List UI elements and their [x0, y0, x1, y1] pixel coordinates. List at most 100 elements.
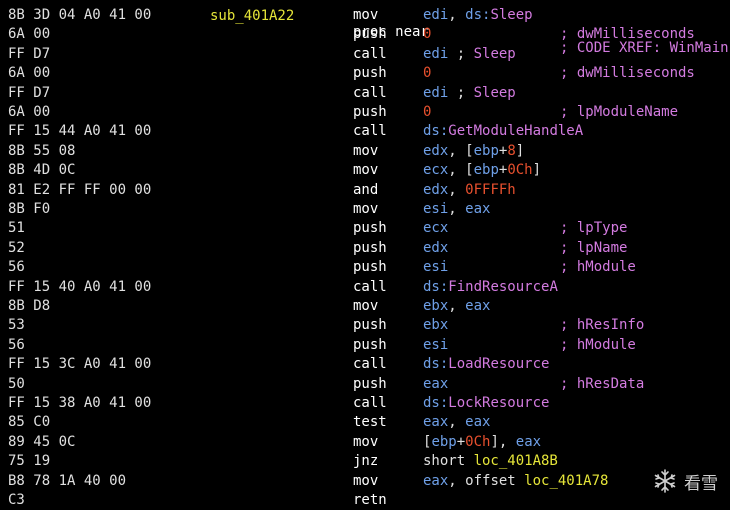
api-name[interactable]: LoadResource [448, 356, 549, 372]
operand-text: ; [448, 84, 474, 101]
register[interactable]: ds: [423, 395, 448, 411]
register[interactable]: edi [423, 7, 448, 23]
disassembly-view[interactable]: sub_401A22 proc near ; CODE XREF: WinMai… [0, 0, 730, 510]
register[interactable]: eax [423, 376, 448, 392]
mnemonic: push [353, 65, 387, 82]
snowflake-icon [652, 468, 678, 494]
instruction-row[interactable]: 53 push ebx ; hResInfo [0, 316, 730, 335]
operands: esi, eax [423, 200, 490, 219]
register[interactable]: ds: [423, 356, 448, 372]
instruction-comment: ; hModule [560, 259, 636, 276]
register[interactable]: edi [423, 46, 448, 62]
instruction-row[interactable]: 85 C0 test eax, eax [0, 413, 730, 432]
instruction-row[interactable]: 6A 00 push 0 ; lpModuleName [0, 103, 730, 122]
operands: eax, offset loc_401A78 [423, 472, 608, 491]
register[interactable]: edx [423, 143, 448, 159]
opcode-bytes: 52 [8, 239, 25, 256]
instruction-row[interactable]: C3 retn [0, 491, 730, 510]
mnemonic: call [353, 45, 387, 62]
mnemonic: retn [353, 492, 387, 508]
operand-text: short [423, 453, 474, 470]
register[interactable]: ds: [423, 123, 448, 139]
opcode-bytes: 8B D8 [8, 298, 51, 314]
instruction-row[interactable]: FF 15 38 A0 41 00 call ds:LockResource [0, 394, 730, 413]
opcode-bytes: 56 [8, 336, 25, 353]
watermark: 看雪 [652, 468, 718, 494]
operand-text: , [ [448, 162, 474, 179]
api-name[interactable]: FindResourceA [448, 279, 558, 295]
register[interactable]: esi [423, 259, 448, 275]
register[interactable]: ebp [474, 143, 499, 159]
instruction-row[interactable]: 6A 00 push 0 ; dwMilliseconds [0, 64, 730, 83]
register[interactable]: ebp [431, 434, 456, 450]
instruction-row[interactable]: 8B 4D 0C mov ecx, [ebp+0Ch] [0, 161, 730, 180]
register[interactable]: ebx [423, 317, 448, 333]
code-label-link[interactable]: loc_401A8B [474, 453, 558, 469]
api-name[interactable]: Sleep [474, 46, 516, 62]
register[interactable]: eax [516, 434, 541, 450]
instruction-row[interactable]: FF 15 3C A0 41 00 call ds:LoadResource [0, 355, 730, 374]
instruction-row[interactable]: 8B 55 08 mov edx, [ebp+8] [0, 142, 730, 161]
operands: eax [423, 375, 448, 394]
operand-text: ; [448, 45, 474, 62]
instruction-row[interactable]: 50 push eax ; hResData [0, 375, 730, 394]
register[interactable]: ebx [423, 298, 448, 314]
mnemonic: mov [353, 162, 379, 179]
instruction-row[interactable]: 56 push esi ; hModule [0, 258, 730, 277]
instruction-row[interactable]: 8B F0 mov esi, eax [0, 200, 730, 219]
register[interactable]: eax [465, 414, 490, 430]
operands: short loc_401A8B [423, 452, 558, 471]
instruction-row[interactable]: 75 19 jnz short loc_401A8B [0, 452, 730, 471]
immediate-value: 0FFFFh [465, 181, 516, 198]
api-name[interactable]: Sleep [474, 85, 516, 101]
mnemonic: push [353, 336, 387, 353]
register[interactable]: esi [423, 201, 448, 217]
register[interactable]: eax [465, 298, 490, 314]
instruction-comment: ; lpModuleName [560, 104, 679, 120]
instruction-row[interactable]: 56 push esi ; hModule [0, 336, 730, 355]
mnemonic: and [353, 181, 379, 198]
instruction-row[interactable]: 52 push edx ; lpName [0, 239, 730, 258]
register[interactable]: eax [465, 201, 490, 217]
mnemonic: mov [353, 472, 379, 489]
register[interactable]: ecx [423, 220, 448, 236]
mnemonic: call [353, 123, 387, 140]
mnemonic: mov [353, 142, 379, 159]
instruction-row[interactable]: FF D7 call edi ; Sleep [0, 45, 730, 64]
register[interactable]: edx [423, 240, 448, 256]
instruction-row[interactable]: 51 push ecx ; lpType [0, 219, 730, 238]
instruction-row[interactable]: 89 45 0C mov [ebp+0Ch], eax [0, 433, 730, 452]
instruction-row[interactable]: FF D7 call edi ; Sleep [0, 84, 730, 103]
instruction-row[interactable]: FF 15 40 A0 41 00 call ds:FindResourceA [0, 278, 730, 297]
mnemonic: mov [353, 201, 379, 217]
api-name[interactable]: LockResource [448, 395, 549, 411]
operands: edx, 0FFFFh [423, 181, 516, 200]
register[interactable]: edx [423, 182, 448, 198]
register[interactable]: eax [423, 414, 448, 430]
opcode-bytes: 6A 00 [8, 104, 51, 120]
register[interactable]: ebp [474, 162, 499, 178]
register[interactable]: eax [423, 473, 448, 489]
opcode-bytes: 53 [8, 317, 25, 334]
instruction-comment: ; dwMilliseconds [560, 65, 695, 82]
instruction-row[interactable]: B8 78 1A 40 00 mov eax, offset loc_401A78 [0, 472, 730, 491]
instruction-row[interactable]: 8B 3D 04 A0 41 00 mov edi, ds:Sleep [0, 6, 730, 25]
register[interactable]: ds: [423, 279, 448, 295]
instruction-row[interactable]: 6A 00 push 0 ; dwMilliseconds [0, 25, 730, 44]
register[interactable]: ecx [423, 162, 448, 178]
api-name[interactable]: GetModuleHandleA [448, 123, 583, 139]
operand-text: , [448, 201, 466, 217]
operand-text: , [448, 7, 466, 23]
instruction-row[interactable]: 81 E2 FF FF 00 00 and edx, 0FFFFh [0, 181, 730, 200]
register[interactable]: esi [423, 337, 448, 353]
instruction-comment: ; lpName [560, 239, 628, 256]
opcode-bytes: 89 45 0C [8, 433, 76, 450]
register[interactable]: ds: [465, 7, 490, 23]
api-name[interactable]: Sleep [490, 7, 532, 23]
code-label-link[interactable]: loc_401A78 [524, 473, 608, 489]
opcode-bytes: 8B F0 [8, 201, 51, 217]
register[interactable]: edi [423, 85, 448, 101]
instruction-row[interactable]: 8B D8 mov ebx, eax [0, 297, 730, 316]
instruction-row[interactable]: FF 15 44 A0 41 00 call ds:GetModuleHandleA [0, 122, 730, 141]
mnemonic: push [353, 220, 387, 237]
